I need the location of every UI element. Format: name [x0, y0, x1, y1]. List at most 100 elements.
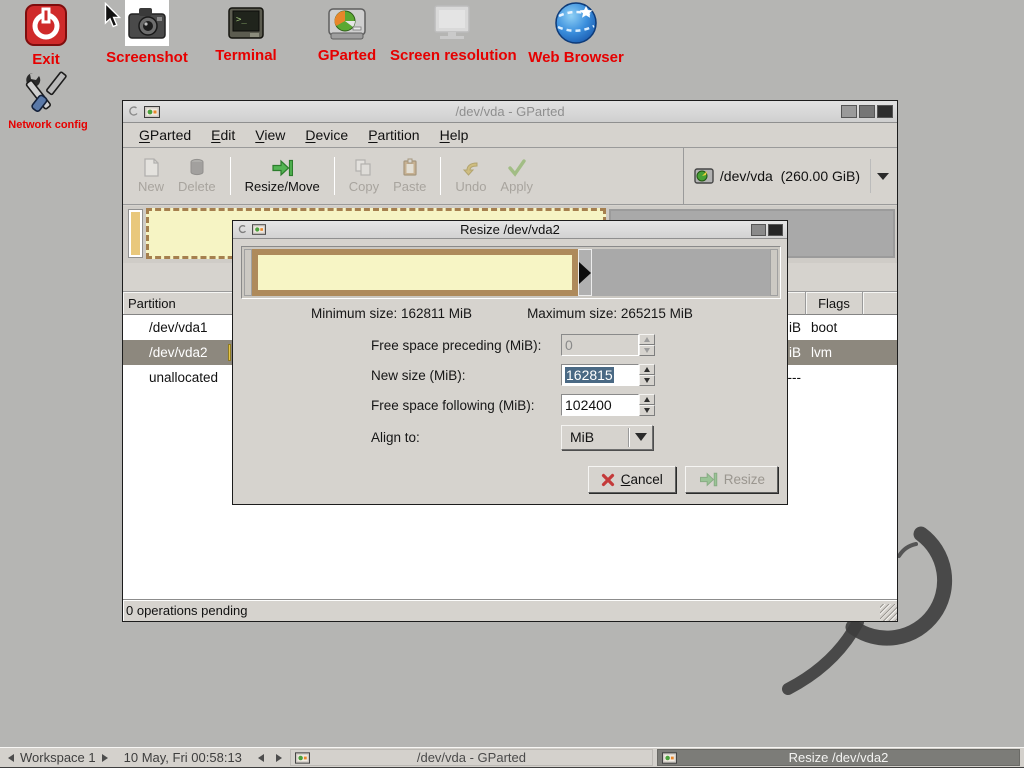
toolbar: New Delete Resize/Move Copy: [123, 148, 897, 205]
resize-label: Resize: [724, 472, 765, 487]
cancel-label: Cancel: [621, 472, 663, 487]
spin-up[interactable]: [639, 364, 655, 375]
align-to-row: Align to: MiB: [371, 424, 767, 450]
icon-label: Web Browser: [528, 49, 624, 66]
taskbar-item-gparted[interactable]: /dev/vda - GParted: [290, 749, 653, 766]
toolbar-separator: [230, 157, 231, 195]
handle-arrow-icon: [579, 262, 591, 284]
minimum-size-label: Minimum size: 162811 MiB: [311, 306, 472, 321]
spinner[interactable]: [639, 364, 655, 386]
resize-dialog: Resize /dev/vda2 Minimum size: 162811 Mi…: [232, 220, 788, 505]
apply-button[interactable]: Apply: [493, 155, 540, 198]
device-selector[interactable]: /dev/vda (260.00 GiB): [683, 148, 897, 204]
spin-down[interactable]: [639, 375, 655, 386]
free-space-following-input[interactable]: 102400: [561, 394, 639, 416]
close-button[interactable]: [877, 105, 893, 118]
task-title: /dev/vda - GParted: [291, 750, 652, 765]
gparted-mini-icon: [144, 106, 160, 118]
copy-button[interactable]: Copy: [342, 154, 386, 198]
resize-grip[interactable]: [880, 604, 897, 621]
spinner[interactable]: [639, 394, 655, 416]
visual-partition-vda1[interactable]: [129, 210, 142, 257]
menu-view[interactable]: View: [245, 125, 295, 145]
menubar: GParted Edit View Device Partition Help: [123, 123, 897, 148]
slider-left-cap: [244, 249, 252, 296]
undo-button[interactable]: Undo: [448, 155, 493, 198]
window-list-next-icon[interactable]: [276, 754, 282, 762]
tools-icon: [22, 68, 74, 116]
dropdown-value: MiB: [562, 429, 628, 445]
flags-column-header[interactable]: Flags: [806, 292, 863, 315]
maximum-size-label: Maximum size: 265215 MiB: [527, 306, 693, 321]
desktop-icon-web-browser[interactable]: Web Browser: [528, 0, 624, 66]
taskbar-item-resize-dialog[interactable]: Resize /dev/vda2: [657, 749, 1020, 766]
delete-button[interactable]: Delete: [171, 154, 223, 198]
terminal-icon: >_: [227, 4, 265, 44]
desktop-icon-screen-resolution[interactable]: Screen resolution: [390, 4, 514, 64]
spin-up[interactable]: [639, 394, 655, 405]
device-label: /dev/vda (260.00 GiB): [720, 168, 860, 184]
paste-button[interactable]: Paste: [386, 154, 433, 198]
menu-edit[interactable]: Edit: [201, 125, 245, 145]
workspace-prev-icon[interactable]: [8, 754, 14, 762]
paste-icon: [401, 158, 419, 177]
desktop-icon-network-config[interactable]: Network config: [4, 68, 92, 131]
resize-move-button[interactable]: Resize/Move: [238, 155, 327, 198]
taskbar: Workspace 1 10 May, Fri 00:58:13 /dev/vd…: [0, 747, 1024, 768]
slider-partition-bar[interactable]: [252, 249, 578, 296]
new-size-field[interactable]: 162815: [561, 364, 655, 386]
menu-gparted[interactable]: GParted: [129, 125, 201, 145]
monitor-icon: [430, 4, 474, 44]
debian-mini-icon: [127, 105, 140, 118]
new-size-input[interactable]: 162815: [561, 364, 639, 386]
gparted-titlebar[interactable]: /dev/vda - GParted: [123, 101, 897, 123]
toolbar-separator: [440, 157, 441, 195]
desktop: { "desktop": { "icons": [ { "label": "Ex…: [0, 0, 1024, 768]
align-to-dropdown[interactable]: MiB: [561, 425, 653, 450]
desktop-icon-terminal[interactable]: >_ Terminal: [208, 4, 284, 64]
dialog-close-button[interactable]: [768, 224, 783, 236]
field-label: New size (MiB):: [371, 368, 466, 383]
window-list-prev-icon[interactable]: [258, 754, 264, 762]
mouse-cursor: [104, 2, 123, 30]
dialog-shade-button[interactable]: [751, 224, 766, 236]
power-icon: [23, 2, 69, 48]
tool-label: New: [138, 179, 164, 194]
desktop-icon-gparted[interactable]: GParted: [312, 4, 382, 64]
copy-icon: [354, 158, 373, 177]
device-drive-icon: [694, 168, 714, 184]
cancel-button[interactable]: Cancel: [588, 466, 676, 493]
dialog-buttons: Cancel Resize: [588, 466, 778, 493]
spin-down[interactable]: [639, 405, 655, 416]
dialog-title: Resize /dev/vda2: [233, 222, 787, 237]
chevron-down-icon[interactable]: [877, 173, 889, 180]
workspace-next-icon[interactable]: [102, 754, 108, 762]
status-text: 0 operations pending: [126, 603, 247, 618]
menu-help[interactable]: Help: [430, 125, 479, 145]
status-bar: 0 operations pending: [123, 599, 897, 621]
new-button[interactable]: New: [131, 154, 171, 198]
desktop-icon-exit[interactable]: Exit: [16, 2, 76, 68]
menu-device[interactable]: Device: [295, 125, 358, 145]
icon-label: Terminal: [208, 47, 284, 64]
slider-right-handle[interactable]: [578, 249, 592, 296]
workspace-label[interactable]: Workspace 1: [20, 750, 96, 765]
dropdown-arrow-button[interactable]: [630, 433, 652, 441]
free-space-following-field[interactable]: 102400: [561, 394, 655, 416]
maximize-button[interactable]: [859, 105, 875, 118]
dialog-titlebar[interactable]: Resize /dev/vda2: [233, 221, 787, 239]
camera-icon: [125, 0, 169, 46]
spinner: [639, 334, 655, 356]
svg-text:>_: >_: [236, 15, 247, 25]
window-title: /dev/vda - GParted: [123, 104, 897, 119]
menu-partition[interactable]: Partition: [358, 125, 429, 145]
icon-label: Exit: [16, 51, 76, 68]
minimize-button[interactable]: [841, 105, 857, 118]
used-space: [131, 212, 140, 255]
header-filler: [863, 292, 897, 315]
resize-button[interactable]: Resize: [685, 466, 778, 493]
slider-free-space[interactable]: [592, 249, 770, 296]
field-label: Align to:: [371, 430, 420, 445]
toolbar-separator: [334, 157, 335, 195]
flags-value: boot: [806, 320, 897, 335]
